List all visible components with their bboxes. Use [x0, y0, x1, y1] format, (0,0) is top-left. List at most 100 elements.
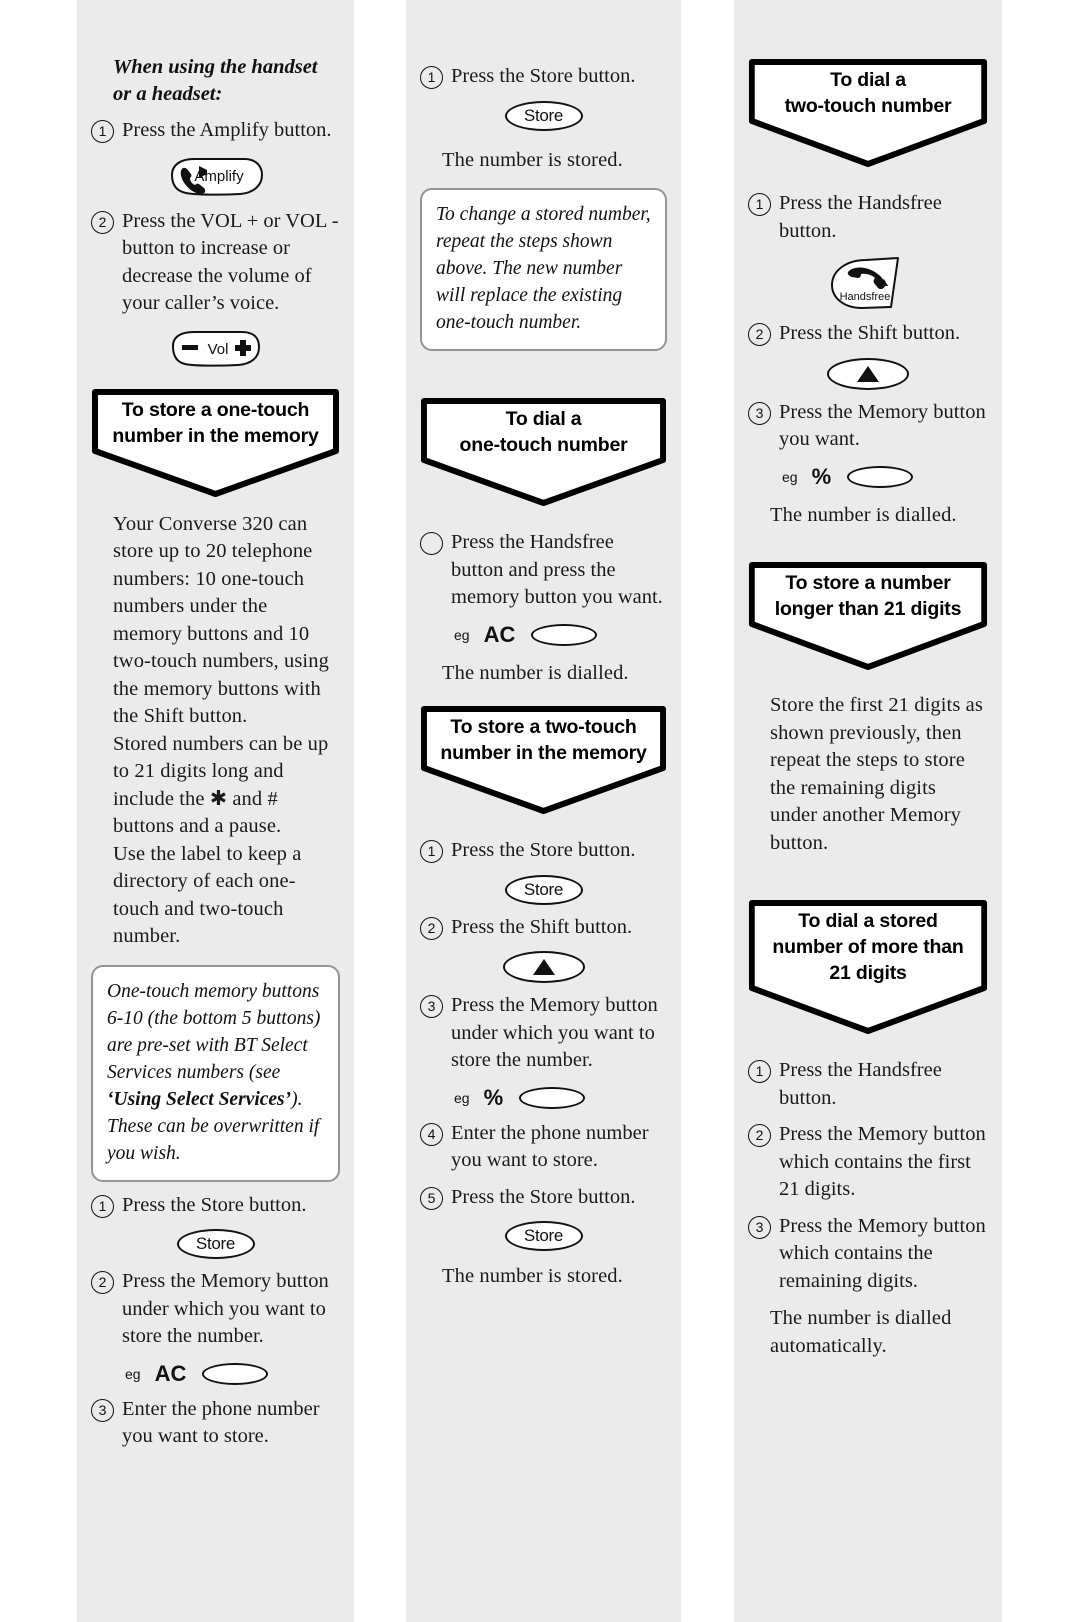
note-change-stored-number: To change a stored number, repeat the st…	[420, 188, 667, 351]
example-memory-key-1: eg AC	[91, 1361, 340, 1387]
memory-symbol: AC	[483, 621, 516, 647]
step-text: Press the Memory button which contains t…	[779, 1214, 986, 1292]
eg-label: eg	[782, 468, 798, 485]
step-number: 1	[748, 1060, 771, 1083]
amplify-key-graphic[interactable]: Amplify	[91, 155, 340, 199]
banner-dial-two-touch: To dial a two-touch number	[748, 57, 988, 169]
store-key-label: Store	[504, 874, 583, 905]
store-key-graphic-1[interactable]: Store	[91, 1229, 340, 1259]
banner-dial-long-number: To dial a stored number of more than 21 …	[748, 898, 988, 1036]
memory-symbol: %	[811, 463, 832, 489]
step-number: 1	[420, 66, 443, 89]
manual-page: When using the handset or a headset: 1 P…	[0, 0, 1080, 1622]
example-memory-key-2: eg AC	[420, 622, 667, 648]
step-text: Press the Handsfree button and press the…	[451, 531, 663, 608]
step-text: Press the Shift button.	[451, 915, 633, 938]
memory-key-blank-icon[interactable]	[531, 623, 598, 646]
handset-heading: When using the handset or a headset:	[113, 56, 318, 105]
step-memory-1: 2 Press the Memory button under which yo…	[91, 1268, 340, 1351]
banner-store-long-number: To store a number longer than 21 digits	[748, 560, 988, 672]
step-number: 2	[748, 1124, 771, 1147]
step-number: 1	[91, 1194, 114, 1218]
body-text-long-number: Store the first 21 digits as shown previ…	[770, 694, 983, 854]
step-two-touch-2: 2 Press the Shift button.	[420, 914, 667, 942]
volume-key-graphic[interactable]: Vol	[91, 328, 340, 370]
step-memory-remaining: 3 Press the Memory button which contains…	[748, 1213, 988, 1296]
step-number: 3	[748, 401, 771, 425]
banner-store-one-touch: To store a one-touch number in the memor…	[91, 387, 340, 499]
step-shift-1: 2 Press the Shift button.	[748, 320, 988, 348]
step-text: Press the VOL + or VOL - button to incre…	[122, 209, 339, 315]
example-memory-key-4: eg %	[748, 464, 988, 490]
step-store-1: 1 Press the Store button.	[91, 1192, 340, 1220]
note-preset-memory: One-touch memory buttons 6-10 (the botto…	[91, 964, 340, 1182]
column-one: When using the handset or a headset: 1 P…	[77, 0, 354, 1622]
step-text: Press the Amplify button.	[122, 119, 332, 141]
amplify-key-label: Amplify	[194, 168, 244, 185]
step-text: Press the Store button.	[451, 839, 636, 861]
store-key-graphic-4[interactable]: Store	[420, 1221, 667, 1251]
store-key-graphic-3[interactable]: Store	[420, 874, 667, 905]
dialled-confirmation: The number is dialled.	[442, 661, 629, 684]
memory-key-blank-icon[interactable]	[847, 465, 914, 488]
banner-text: To store a one-touch number in the memor…	[112, 398, 319, 447]
step-number: 1	[420, 840, 443, 863]
store-key-label: Store	[504, 1221, 583, 1251]
banner-text: To dial a stored number of more than 21 …	[772, 910, 964, 984]
step-dial-one-touch: Press the Handsfree button and press the…	[420, 529, 667, 612]
step-number: 1	[748, 193, 771, 216]
step-text: Press the Memory button you want.	[779, 400, 986, 451]
shift-key-graphic-1[interactable]	[420, 951, 667, 983]
eg-label: eg	[125, 1365, 141, 1382]
step-handsfree-1: 1 Press the Handsfree button.	[748, 190, 988, 245]
step-number: 5	[420, 1186, 443, 1210]
banner-text: To dial a two-touch number	[784, 69, 952, 117]
eg-label: eg	[454, 626, 470, 643]
memory-key-blank-icon[interactable]	[519, 1086, 586, 1109]
shift-key-icon	[502, 951, 585, 983]
step-number: 1	[91, 120, 114, 143]
step-two-touch-1: 1 Press the Store button.	[420, 837, 667, 865]
step-handsfree-2: 1 Press the Handsfree button.	[748, 1057, 988, 1112]
step-text: Press the Handsfree button.	[779, 1059, 942, 1109]
step-text: Enter the phone number you want to store…	[122, 1397, 320, 1448]
step-store-2: 1 Press the Store button.	[420, 63, 667, 91]
handsfree-key-graphic-1[interactable]: Handsfree	[748, 255, 988, 311]
store-key-label: Store	[504, 100, 583, 131]
volume-key-label: Vol	[208, 341, 229, 358]
handsfree-key-label: Handsfree	[840, 291, 891, 303]
step-text: Press the Memory button which contains t…	[779, 1123, 986, 1200]
store-key-graphic-2[interactable]: Store	[420, 100, 667, 131]
step-number: 2	[748, 323, 771, 346]
step-number: 3	[91, 1398, 114, 1422]
step-text: Press the Memory button under which you …	[451, 994, 658, 1071]
step-text: Press the Shift button.	[779, 322, 961, 344]
banner-dial-one-touch: To dial a one-touch number	[420, 396, 667, 508]
step-amplify: 1 Press the Amplify button.	[91, 117, 340, 145]
step-volume: 2 Press the VOL + or VOL - button to inc…	[91, 208, 340, 318]
step-text: Enter the phone number you want to store…	[451, 1121, 649, 1172]
memory-symbol: %	[483, 1084, 504, 1110]
step-two-touch-4: 4 Enter the phone number you want to sto…	[420, 1120, 667, 1175]
banner-text: To store a number longer than 21 digits	[774, 572, 962, 620]
step-number: 2	[420, 916, 443, 940]
step-two-touch-3: 3 Press the Memory button under which yo…	[420, 992, 667, 1075]
note-bold: ‘Using Select Services’	[107, 1088, 292, 1110]
stored-confirmation: The number is stored.	[442, 148, 623, 171]
step-number: 2	[91, 210, 114, 234]
column-two: 1 Press the Store button. Store The numb…	[406, 0, 681, 1622]
final-confirmation: The number is dialled automatically.	[770, 1307, 952, 1357]
step-number: 3	[420, 995, 443, 1018]
step-number: 2	[91, 1271, 114, 1294]
handsfree-key-icon: Handsfree	[831, 257, 899, 309]
shift-key-icon	[827, 357, 909, 390]
dialled-confirmation-2: The number is dialled.	[770, 503, 957, 526]
body-text-3: Use the label to keep a directory of eac…	[113, 842, 302, 948]
step-number: 3	[748, 1215, 771, 1239]
shift-key-graphic-2[interactable]	[748, 357, 988, 390]
stored-confirmation-2: The number is stored.	[442, 1265, 623, 1287]
step-text: Press the Store button.	[122, 1193, 307, 1216]
memory-key-blank-icon[interactable]	[202, 1362, 269, 1385]
step-memory-2: 3 Press the Memory button you want.	[748, 399, 988, 454]
step-text: Press the Handsfree button.	[779, 192, 942, 242]
